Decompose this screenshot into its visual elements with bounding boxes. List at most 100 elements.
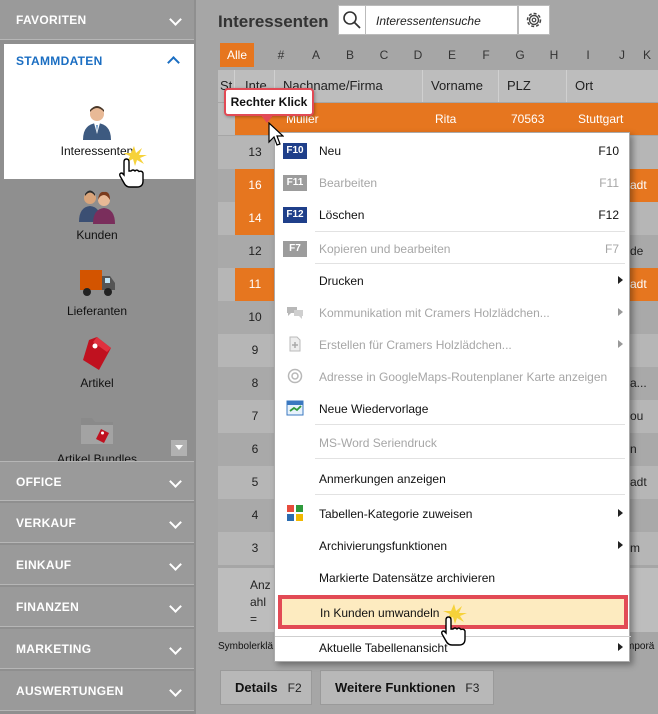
cell-interessent-nr: 11 (235, 268, 275, 301)
section-einkauf[interactable]: EINKAUF (0, 545, 194, 585)
section-label: AUSWERTUNGEN (16, 684, 124, 698)
count-label-2: ahl (250, 595, 267, 609)
column-header-vorname[interactable]: Vorname (423, 70, 499, 102)
section-finanzen[interactable]: FINANZEN (0, 587, 194, 627)
chevron-up-icon[interactable] (167, 56, 180, 69)
menu-item-erstellen[interactable]: Erstellen für Cramers Holzlädchen... (275, 329, 631, 359)
more-functions-button-key: F3 (465, 681, 480, 695)
sidebar-item-label: Kunden (76, 228, 118, 242)
submenu-arrow-icon (618, 276, 623, 284)
target-icon (287, 368, 303, 384)
cell-ort-partial: de (630, 244, 644, 258)
menu-item-googlemaps[interactable]: Adresse in GoogleMaps-Routenplaner Karte… (275, 361, 631, 391)
menu-item-wiedervorlage[interactable]: Neue Wiedervorlage (275, 393, 631, 423)
tab-f[interactable]: F (473, 43, 499, 67)
f11-key-icon: F11 (283, 175, 307, 191)
menu-item-loeschen[interactable]: F12 Löschen F12 (275, 199, 631, 229)
menu-item-shortcut: F11 (599, 176, 619, 190)
section-label: EINKAUF (16, 558, 72, 572)
section-label: MARKETING (16, 642, 92, 656)
cell-ort-partial: a... (630, 376, 647, 390)
search-input[interactable]: Interessentensuche (366, 5, 518, 35)
column-header-plz[interactable]: PLZ (499, 70, 567, 102)
tab-j[interactable]: J (609, 43, 635, 67)
menu-item-label: MS-Word Seriendruck (319, 436, 437, 450)
more-functions-button-label: Weitere Funktionen (335, 680, 456, 695)
person-icon (83, 106, 111, 140)
gear-icon (526, 12, 542, 28)
sidebar-item-lieferanten[interactable]: Lieferanten (0, 264, 194, 318)
chevron-down-icon (169, 13, 182, 26)
menu-item-archivierung[interactable]: Archivierungsfunktionen (275, 530, 631, 560)
menu-item-archivieren[interactable]: Markierte Datensätze archivieren (275, 562, 631, 592)
column-header-ort[interactable]: Ort (567, 70, 658, 102)
tab-c[interactable]: C (371, 43, 397, 67)
tab-h[interactable]: H (541, 43, 567, 67)
section-verkauf[interactable]: VERKAUF (0, 503, 194, 543)
tab-b[interactable]: B (337, 43, 363, 67)
section-label: OFFICE (16, 475, 62, 489)
section-stammdaten-label[interactable]: STAMMDATEN (16, 54, 103, 68)
section-auswertungen[interactable]: AUSWERTUNGEN (0, 671, 194, 711)
sidebar: FAVORITEN STAMMDATEN Interessenten Kunde… (0, 0, 196, 714)
tab-k[interactable]: K (638, 43, 656, 67)
cell-ort-partial: n (630, 442, 637, 456)
section-label: FINANZEN (16, 600, 80, 614)
tab-d[interactable]: D (405, 43, 431, 67)
menu-item-tabellen-kategorie[interactable]: Tabellen-Kategorie zuweisen (275, 498, 631, 528)
chevron-down-icon (169, 600, 182, 613)
cell-interessent-nr: 4 (251, 508, 259, 522)
submenu-arrow-icon (618, 509, 623, 517)
section-favoriten[interactable]: FAVORITEN (0, 0, 194, 40)
section-label: VERKAUF (16, 516, 77, 530)
tab-a[interactable]: A (303, 43, 329, 67)
new-document-icon (289, 336, 301, 352)
cell-ort-partial: adt (630, 169, 658, 202)
cell-interessent-nr: 6 (251, 442, 259, 456)
menu-item-anmerkungen[interactable]: Anmerkungen anzeigen (275, 463, 631, 493)
menu-item-bearbeiten[interactable]: F11 Bearbeiten F11 (275, 167, 631, 197)
cell-interessent-nr: 7 (251, 409, 259, 423)
submenu-arrow-icon (618, 308, 623, 316)
sidebar-item-artikel[interactable]: Artikel (0, 336, 194, 390)
folder-tag-icon (81, 418, 113, 444)
hand-cursor-click-icon (441, 604, 467, 646)
f10-key-icon: F10 (283, 143, 307, 159)
menu-item-shortcut: F12 (598, 208, 619, 222)
tab-hash[interactable]: # (268, 43, 294, 67)
details-button[interactable]: Details F2 (220, 670, 312, 705)
menu-item-label: Adresse in GoogleMaps-Routenplaner Karte… (319, 370, 608, 384)
menu-item-label: Erstellen für Cramers Holzlädchen... (319, 338, 512, 352)
menu-item-neu[interactable]: F10 Neu F10 (275, 135, 631, 165)
settings-button[interactable] (518, 5, 550, 35)
tab-alle[interactable]: Alle (220, 43, 254, 67)
menu-item-label: Kommunikation mit Cramers Holzlädchen... (319, 306, 550, 320)
sidebar-item-artikel-bundles[interactable]: Artikel Bundles (0, 412, 194, 466)
sidebar-item-kunden[interactable]: Kunden (0, 188, 194, 242)
f7-key-icon: F7 (283, 241, 307, 257)
menu-item-shortcut: F7 (604, 242, 619, 256)
menu-item-shortcut: F10 (598, 144, 619, 158)
menu-separator (315, 424, 625, 425)
sidebar-item-interessenten[interactable]: Interessenten (0, 104, 194, 158)
menu-item-drucken[interactable]: Drucken (275, 265, 631, 295)
symbol-legend-label[interactable]: Symbolerklä (218, 641, 273, 652)
menu-item-kommunikation[interactable]: Kommunikation mit Cramers Holzlädchen... (275, 297, 631, 327)
menu-item-kopieren[interactable]: F7 Kopieren und bearbeiten F7 (275, 233, 631, 263)
scroll-down-button[interactable] (171, 440, 187, 456)
menu-separator (315, 458, 625, 459)
more-functions-button[interactable]: Weitere Funktionen F3 (320, 670, 494, 705)
truck-icon (80, 270, 115, 296)
tab-i[interactable]: I (575, 43, 601, 67)
menu-item-seriendruck[interactable]: MS-Word Seriendruck (275, 427, 631, 457)
people-icon (79, 190, 115, 224)
cell-interessent-nr: 16 (235, 169, 275, 202)
search-button[interactable] (338, 5, 366, 35)
section-marketing[interactable]: MARKETING (0, 629, 194, 669)
menu-item-label: Aktuelle Tabellenansicht (319, 641, 448, 655)
section-office[interactable]: OFFICE (0, 461, 194, 501)
menu-separator (315, 494, 625, 495)
tab-e[interactable]: E (439, 43, 465, 67)
context-menu: F10 Neu F10 F11 Bearbeiten F11 F12 Lösch… (274, 132, 631, 662)
tab-g[interactable]: G (507, 43, 533, 67)
